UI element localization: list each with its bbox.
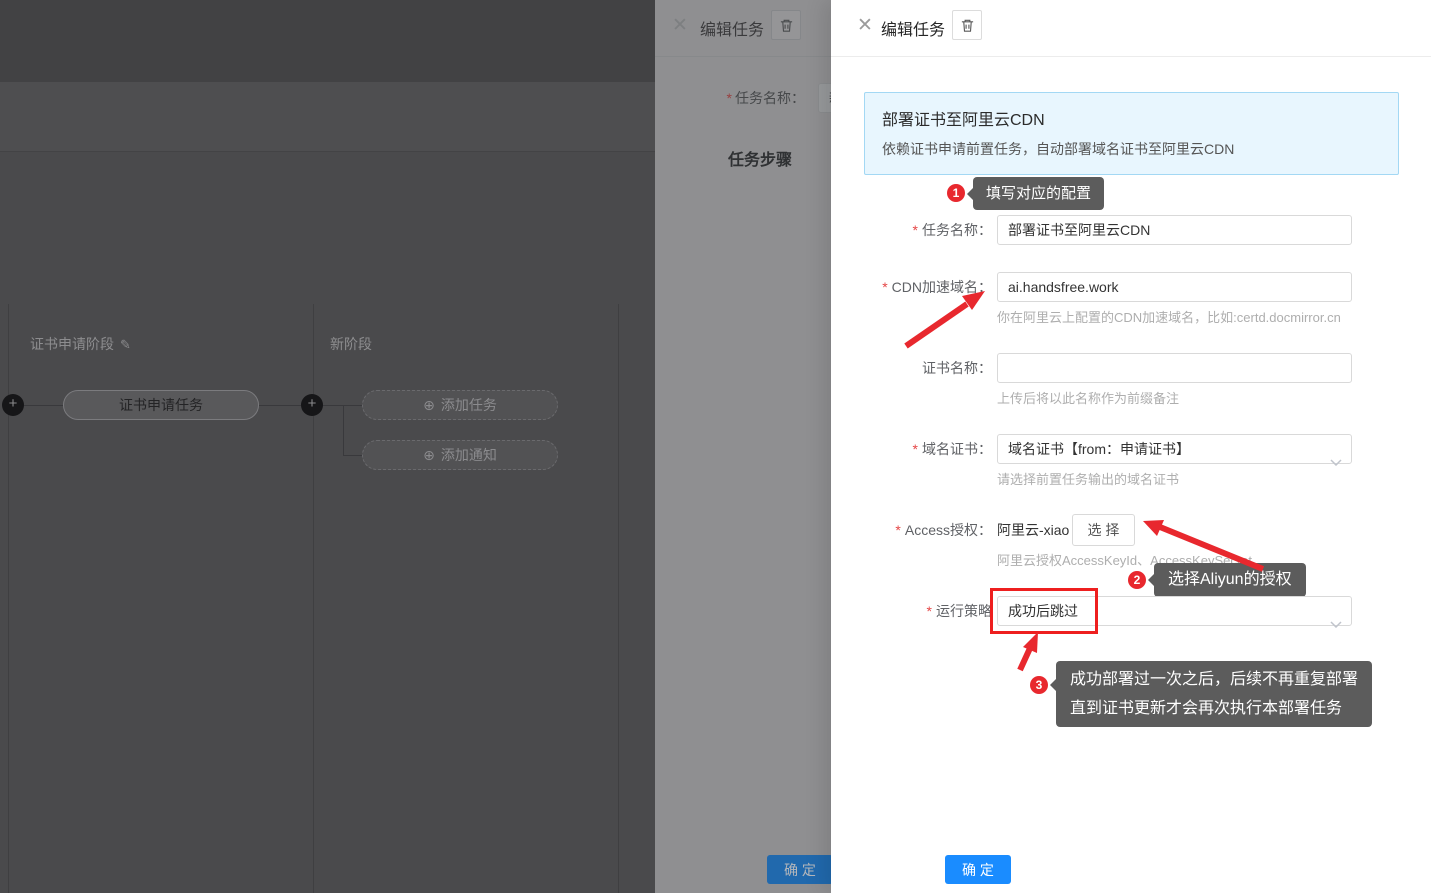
delete-task-button[interactable] [952, 10, 982, 40]
stage-title-cert-request: 证书申请阶段✎ [30, 334, 131, 354]
annotation-tip-2: 选择Aliyun的授权 [1154, 563, 1306, 597]
confirm-button[interactable]: 确 定 [945, 855, 1011, 884]
annotation-badge-2: 2 [1128, 571, 1146, 589]
task-name-input[interactable] [997, 215, 1352, 245]
task-steps-heading: 任务步骤 [728, 146, 792, 170]
run-strategy-row: *运行策略 成功后跳过 [831, 596, 1431, 626]
highlight-red-box [990, 588, 1098, 634]
plugin-info-box: 部署证书至阿里云CDN 依赖证书申请前置任务，自动部署域名证书至阿里云CDN [864, 92, 1399, 175]
app-root: 证书申请阶段✎ 新阶段 + + 证书申请任务 ⊕ 添加任务 ⊕ 添加通知 ✕ 编… [0, 0, 1431, 893]
close-icon[interactable]: ✕ [857, 14, 873, 37]
chevron-down-icon [1330, 447, 1342, 475]
cdn-domain-label: *CDN加速域名： [831, 272, 992, 302]
annotation-badge-1: 1 [947, 184, 965, 202]
task-name-row: *任务名称： [831, 215, 1431, 245]
plugin-info-desc: 依赖证书申请前置任务，自动部署域名证书至阿里云CDN [882, 139, 1381, 159]
task-node-cert-request[interactable]: 证书申请任务 [63, 390, 259, 420]
circle-plus-icon: ⊕ [423, 397, 435, 414]
add-stage-plus-button[interactable]: + [2, 394, 24, 416]
access-label: *Access授权： [831, 514, 992, 546]
annotation-tip-3: 成功部署过一次之后，后续不再重复部署 直到证书更新才会再次执行本部署任务 [1056, 661, 1372, 727]
edit-pencil-icon[interactable]: ✎ [120, 337, 131, 352]
domain-cert-select[interactable]: 域名证书【from：申请证书】 [997, 434, 1352, 464]
task-name-label: *任务名称： [831, 215, 992, 245]
back-task-name-label: *任务名称： [655, 83, 805, 113]
annotation-tip-1: 填写对应的配置 [973, 177, 1104, 210]
circle-plus-icon: ⊕ [423, 447, 435, 464]
delete-task-button[interactable] [771, 10, 801, 40]
stage-column-divider [313, 304, 314, 893]
access-pick-button[interactable]: 选 择 [1072, 514, 1135, 546]
drawer-header: ✕ 编辑任务 [831, 0, 1431, 57]
close-icon[interactable]: ✕ [672, 14, 688, 37]
access-value: 阿里云-xiao [997, 520, 1069, 540]
cert-name-hint: 上传后将以此名称作为前缀备注 [997, 388, 1179, 407]
connector-line [343, 455, 362, 456]
access-row: *Access授权： 阿里云-xiao 选 择 [831, 514, 1431, 546]
connector-line [343, 405, 344, 455]
plugin-info-title: 部署证书至阿里云CDN [882, 106, 1381, 130]
add-notification-button[interactable]: ⊕ 添加通知 [362, 440, 558, 470]
chevron-down-icon [1330, 609, 1342, 637]
add-task-button[interactable]: ⊕ 添加任务 [362, 390, 558, 420]
drawer-title: 编辑任务 [881, 16, 945, 40]
cdn-domain-row: *CDN加速域名： [831, 272, 1431, 302]
domain-cert-row: *域名证书： 域名证书【from：申请证书】 [831, 434, 1431, 464]
connector-line [24, 405, 63, 406]
domain-cert-label: *域名证书： [831, 434, 992, 464]
edit-task-drawer: ✕ 编辑任务 部署证书至阿里云CDN 依赖证书申请前置任务，自动部署域名证书至阿… [831, 0, 1431, 893]
annotation-badge-3: 3 [1030, 676, 1048, 694]
domain-cert-hint: 请选择前置任务输出的域名证书 [997, 469, 1179, 488]
cdn-domain-hint: 你在阿里云上配置的CDN加速域名，比如:certd.docmirror.cn [997, 307, 1341, 326]
trash-icon [779, 18, 794, 33]
add-stage-plus-button[interactable]: + [301, 394, 323, 416]
cert-name-input[interactable] [997, 353, 1352, 383]
run-strategy-label: *运行策略 [831, 596, 992, 626]
trash-icon [960, 18, 975, 33]
cert-name-label: 证书名称： [831, 353, 992, 383]
back-confirm-button[interactable]: 确 定 [767, 855, 833, 884]
cert-name-row: 证书名称： [831, 353, 1431, 383]
back-drawer-title: 编辑任务 [700, 16, 764, 40]
stage-column-divider [618, 304, 619, 893]
stage-title-new: 新阶段 [330, 334, 372, 354]
stage-column-divider [8, 304, 9, 893]
connector-line [259, 405, 301, 406]
cdn-domain-input[interactable] [997, 272, 1352, 302]
